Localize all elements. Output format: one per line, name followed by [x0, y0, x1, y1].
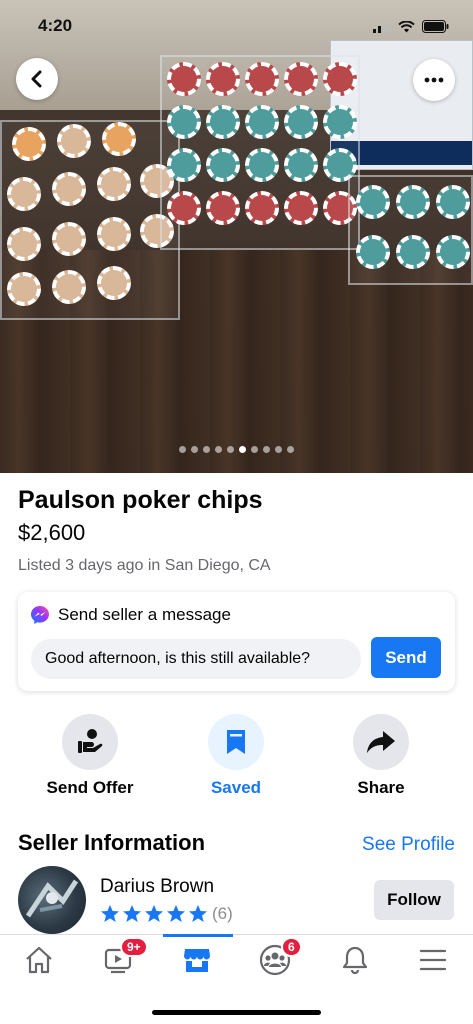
status-time: 4:20 [38, 16, 73, 35]
groups-badge: 6 [281, 937, 302, 957]
pagination-dot [251, 446, 258, 453]
star-icon [167, 905, 185, 922]
offer-icon [78, 729, 103, 753]
tab-notifications[interactable] [335, 943, 375, 977]
menu-icon [419, 949, 447, 971]
send-offer-action[interactable]: Send Offer [35, 714, 145, 798]
see-profile-link[interactable]: See Profile [362, 834, 455, 856]
saved-button[interactable] [208, 714, 264, 770]
tab-marketplace[interactable] [177, 943, 217, 977]
send-offer-button[interactable] [62, 714, 118, 770]
status-icons [373, 20, 449, 33]
signal-icon [373, 20, 391, 33]
share-icon [367, 731, 395, 753]
marketplace-icon [184, 949, 210, 972]
share-button[interactable] [353, 714, 409, 770]
seller-avatar[interactable] [18, 866, 86, 934]
chevron-left-icon [31, 70, 42, 88]
home-icon [26, 946, 52, 974]
star-icon [145, 905, 163, 922]
wifi-icon [398, 20, 415, 32]
message-heading-label: Send seller a message [58, 605, 231, 624]
share-label: Share [357, 778, 405, 797]
listing-meta: Listed 3 days ago in San Diego, CA [18, 557, 271, 574]
active-tab-indicator [163, 934, 233, 937]
share-action[interactable]: Share [326, 714, 436, 798]
pagination-dot [287, 446, 294, 453]
bell-icon [342, 946, 368, 975]
messenger-icon [31, 606, 49, 624]
tab-menu[interactable] [413, 943, 453, 977]
pagination-dot [239, 446, 246, 453]
send-offer-label: Send Offer [46, 778, 134, 797]
follow-button[interactable]: Follow [374, 880, 454, 920]
message-seller-card: Send seller a message Good afternoon, is… [18, 592, 455, 691]
pagination-dot [275, 446, 282, 453]
seller-info-heading: Seller Information [18, 830, 206, 855]
saved-label: Saved [210, 778, 262, 797]
listing-price: $2,600 [18, 520, 86, 545]
seller-name[interactable]: Darius Brown [100, 876, 214, 898]
listing-photo[interactable]: 4:20 [0, 0, 473, 473]
battery-icon [422, 20, 449, 33]
pagination-dot [203, 446, 210, 453]
tab-groups[interactable]: 6 [255, 937, 302, 977]
star-icon [189, 905, 207, 922]
home-indicator [152, 1010, 321, 1015]
message-input[interactable]: Good afternoon, is this still available? [31, 639, 361, 679]
back-button[interactable] [16, 58, 58, 100]
saved-action[interactable]: Saved [181, 714, 291, 798]
video-badge: 9+ [120, 937, 148, 957]
pagination-dot [263, 446, 270, 453]
pagination-dot [215, 446, 222, 453]
message-heading: Send seller a message [30, 605, 231, 625]
avatar-photo [25, 879, 79, 918]
chip-rack-right [348, 175, 473, 285]
pagination-dot [179, 446, 186, 453]
more-options-button[interactable] [413, 59, 455, 101]
tab-video[interactable]: 9+ [98, 937, 148, 977]
seller-rating: (6) [100, 904, 233, 924]
pagination-dot [227, 446, 234, 453]
send-button[interactable]: Send [371, 637, 441, 678]
more-icon [424, 77, 444, 83]
rating-count: (6) [212, 904, 233, 923]
star-icon [123, 905, 141, 922]
tab-home[interactable] [19, 943, 59, 977]
chip-rack-middle [160, 55, 360, 250]
pagination-dot [191, 446, 198, 453]
star-icon [101, 905, 119, 922]
listing-title: Paulson poker chips [18, 486, 263, 514]
bookmark-icon [227, 730, 245, 754]
chip-rack-left [0, 120, 180, 320]
photo-pagination [0, 446, 473, 453]
